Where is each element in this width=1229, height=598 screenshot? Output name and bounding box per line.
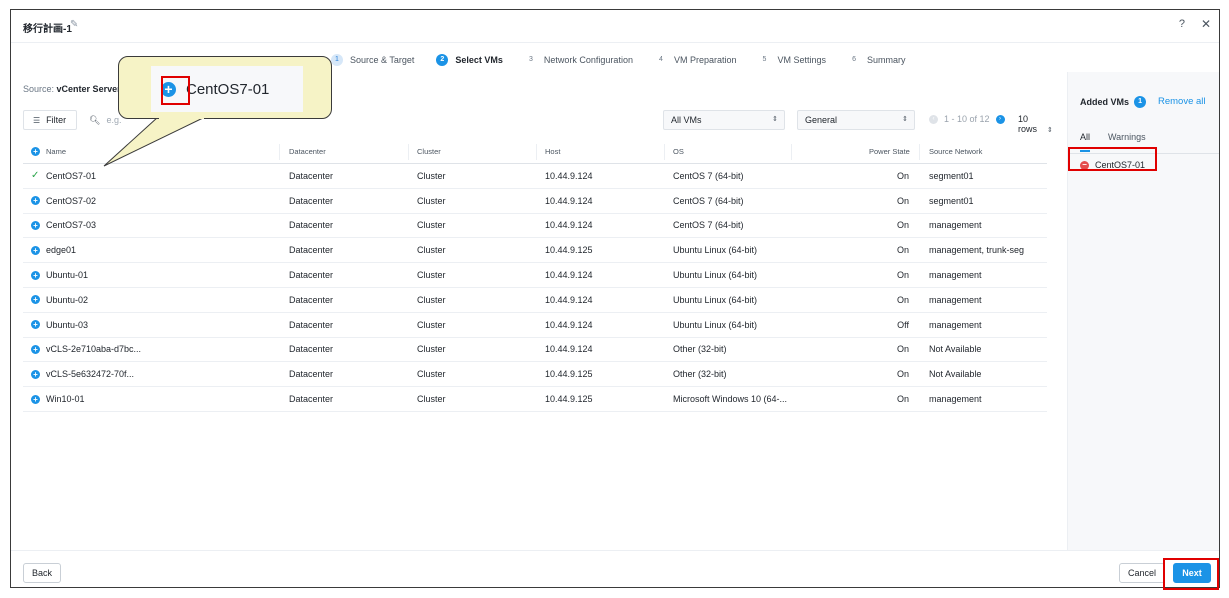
highlight-added-vm — [1068, 147, 1157, 171]
highlight-add-icon — [161, 76, 190, 105]
highlight-next-button — [1163, 558, 1219, 590]
